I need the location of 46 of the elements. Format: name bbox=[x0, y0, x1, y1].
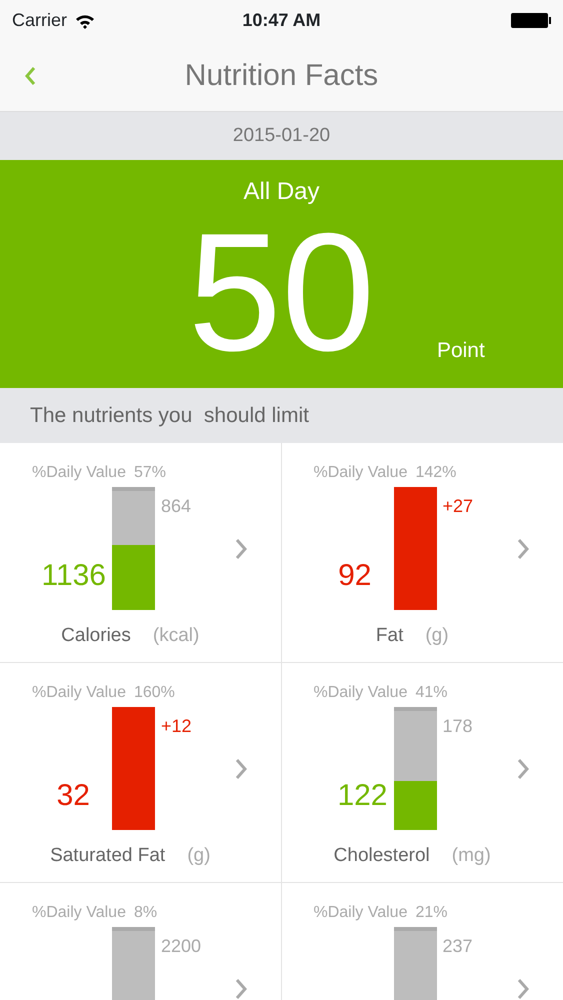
excess-amount: +12 bbox=[161, 716, 192, 736]
nutrient-name: Calories bbox=[61, 624, 131, 648]
date-label: 2015-01-20 bbox=[232, 124, 330, 148]
nutrient-unit: (g) bbox=[425, 624, 449, 648]
section-title: The nutrients you should limit bbox=[30, 402, 309, 429]
nutrient-name: Saturated Fat bbox=[50, 844, 166, 868]
remaining-amount: 864 bbox=[161, 496, 192, 516]
nutrient-unit: (mg) bbox=[452, 844, 491, 868]
daily-value-percent: 8% bbox=[134, 903, 158, 923]
remaining-amount: 237 bbox=[442, 936, 473, 956]
chevron-right-icon bbox=[235, 978, 247, 1000]
daily-value-percent: 57% bbox=[134, 463, 166, 483]
chevron-right-icon bbox=[516, 538, 528, 560]
daily-value-label: %Daily Value bbox=[314, 463, 408, 483]
score-value: 50 bbox=[188, 208, 375, 388]
daily-value-percent: 160% bbox=[134, 683, 175, 703]
daily-value-label: %Daily Value bbox=[32, 683, 126, 703]
nutrient-amount: 1136 bbox=[41, 559, 106, 592]
period-label: All Day bbox=[242, 177, 321, 207]
daily-value-label: %Daily Value bbox=[32, 463, 126, 483]
daily-value-percent: 21% bbox=[415, 903, 448, 923]
chevron-right-icon bbox=[516, 758, 528, 780]
carrier-name: Carrier bbox=[12, 8, 68, 32]
daily-value-label: %Daily Value bbox=[314, 903, 408, 923]
nutrient-unit: (kcal) bbox=[152, 624, 200, 648]
excess-amount: +27 bbox=[442, 496, 474, 516]
remaining-amount: 178 bbox=[442, 716, 473, 736]
chevron-right-icon bbox=[235, 538, 247, 560]
score-unit: Point bbox=[436, 338, 486, 364]
remaining-amount: 2200 bbox=[161, 936, 202, 956]
nutrient-amount: 32 bbox=[56, 779, 90, 812]
battery-icon bbox=[511, 12, 551, 28]
nutrient-name: Cholesterol bbox=[334, 844, 430, 868]
back-chevron-icon bbox=[24, 66, 37, 86]
page-title: Nutrition Facts bbox=[184, 58, 380, 94]
nutrient-unit: (g) bbox=[187, 844, 210, 868]
daily-value-percent: 142% bbox=[415, 463, 456, 483]
chevron-right-icon bbox=[516, 978, 528, 1000]
nutrient-amount: 122 bbox=[337, 779, 388, 812]
daily-value-label: %Daily Value bbox=[314, 683, 408, 703]
nutrient-amount: 92 bbox=[338, 559, 372, 592]
status-time: 10:47 AM bbox=[242, 8, 321, 32]
daily-value-percent: 41% bbox=[415, 683, 448, 703]
daily-value-label: %Daily Value bbox=[32, 903, 126, 923]
chevron-right-icon bbox=[235, 758, 247, 780]
nutrient-name: Fat bbox=[376, 624, 404, 648]
